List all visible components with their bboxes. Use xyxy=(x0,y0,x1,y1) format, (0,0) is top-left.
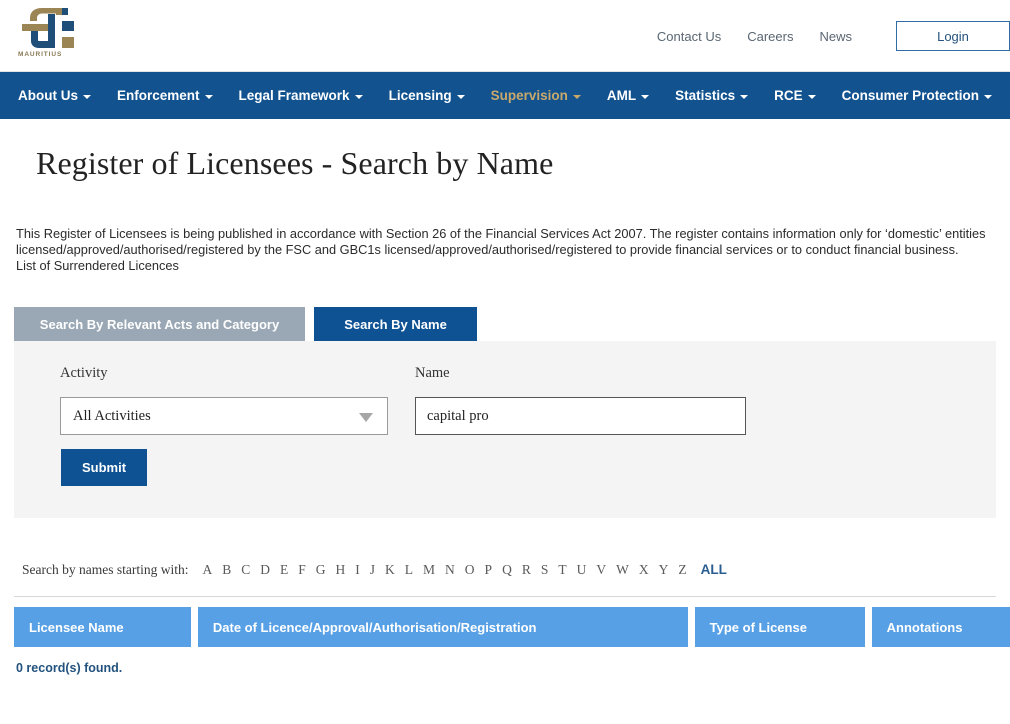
login-button[interactable]: Login xyxy=(896,21,1010,51)
alpha-letter-c[interactable]: C xyxy=(236,562,255,578)
alpha-letter-a[interactable]: A xyxy=(197,562,217,578)
alpha-letter-w[interactable]: W xyxy=(611,562,634,578)
main-navigation: About Us Enforcement Legal Framework Lic… xyxy=(0,72,1010,119)
top-link-contact-us[interactable]: Contact Us xyxy=(657,29,721,44)
chevron-down-icon xyxy=(359,413,373,422)
activity-selected-value: All Activities xyxy=(73,407,151,424)
alpha-letter-o[interactable]: O xyxy=(460,562,480,578)
intro-paragraph: This Register of Licensees is being publ… xyxy=(16,226,996,274)
nav-item-rce[interactable]: RCE xyxy=(761,72,829,119)
column-header-annotations[interactable]: Annotations xyxy=(871,607,1010,647)
alpha-letter-s[interactable]: S xyxy=(536,562,554,578)
nav-item-about-us[interactable]: About Us xyxy=(18,72,104,119)
nav-label-legal-framework: Legal Framework xyxy=(238,88,350,103)
alpha-letter-y[interactable]: Y xyxy=(654,562,674,578)
results-table-header: Licensee Name Date of Licence/Approval/A… xyxy=(14,607,1010,647)
alpha-letter-l[interactable]: L xyxy=(400,562,418,578)
nav-label-rce: RCE xyxy=(774,88,803,103)
nav-item-supervision[interactable]: Supervision xyxy=(478,72,594,119)
chevron-down-icon xyxy=(204,95,213,99)
nav-label-enforcement: Enforcement xyxy=(117,88,200,103)
top-link-careers[interactable]: Careers xyxy=(747,29,793,44)
fsc-mauritius-logo-icon xyxy=(22,8,74,48)
alpha-letter-z[interactable]: Z xyxy=(673,562,691,578)
alpha-all-link[interactable]: ALL xyxy=(696,562,732,577)
alpha-letter-k[interactable]: K xyxy=(380,562,400,578)
alpha-letter-g[interactable]: G xyxy=(311,562,331,578)
submit-button[interactable]: Submit xyxy=(61,449,147,486)
nav-label-consumer-protection: Consumer Protection xyxy=(841,88,979,103)
column-header-licensee-name[interactable]: Licensee Name xyxy=(14,607,191,647)
alpha-letter-p[interactable]: P xyxy=(480,562,498,578)
alpha-letter-r[interactable]: R xyxy=(517,562,536,578)
alpha-letter-d[interactable]: D xyxy=(255,562,275,578)
chevron-down-icon xyxy=(641,95,650,99)
nav-item-consumer-protection[interactable]: Consumer Protection xyxy=(829,72,1005,119)
column-header-type-of-license[interactable]: Type of License xyxy=(694,607,865,647)
alphabet-label: Search by names starting with: xyxy=(22,562,189,577)
page-title: Register of Licensees - Search by Name xyxy=(36,145,554,181)
nav-item-media-corner[interactable]: Media Corner xyxy=(1005,72,1010,119)
name-label: Name xyxy=(415,365,450,381)
nav-item-legal-framework[interactable]: Legal Framework xyxy=(226,72,376,119)
alpha-letter-b[interactable]: B xyxy=(217,562,236,578)
alpha-letter-x[interactable]: X xyxy=(634,562,654,578)
site-logo[interactable]: MAURITIUS xyxy=(18,4,82,66)
nav-label-licensing: Licensing xyxy=(388,88,452,103)
alpha-letter-u[interactable]: U xyxy=(572,562,592,578)
alpha-letter-n[interactable]: N xyxy=(440,562,460,578)
chevron-down-icon xyxy=(83,95,91,99)
activity-label: Activity xyxy=(60,365,108,381)
alpha-letter-q[interactable]: Q xyxy=(497,562,517,578)
alpha-letter-j[interactable]: J xyxy=(365,562,380,578)
nav-label-about-us: About Us xyxy=(18,88,78,103)
nav-item-statistics[interactable]: Statistics xyxy=(662,72,761,119)
chevron-down-icon xyxy=(572,95,581,99)
column-header-date-of-licence[interactable]: Date of Licence/Approval/Authorisation/R… xyxy=(197,607,688,647)
intro-line-1: This Register of Licensees is being publ… xyxy=(16,226,986,241)
activity-select[interactable]: All Activities xyxy=(60,397,388,435)
alpha-letter-t[interactable]: T xyxy=(553,562,571,578)
records-found-text: 0 record(s) found. xyxy=(16,661,123,675)
top-link-news[interactable]: News xyxy=(819,29,852,44)
alphabet-search-row: Search by names starting with: A B C D E… xyxy=(22,562,1010,578)
chevron-down-icon xyxy=(354,95,363,99)
intro-line-3[interactable]: List of Surrendered Licences xyxy=(16,258,996,274)
tab-search-by-acts-and-category[interactable]: Search By Relevant Acts and Category xyxy=(14,307,305,341)
alpha-letter-f[interactable]: F xyxy=(293,562,311,578)
chevron-down-icon xyxy=(740,95,749,99)
alpha-letter-i[interactable]: I xyxy=(350,562,365,578)
chevron-down-icon xyxy=(983,95,992,99)
nav-item-licensing[interactable]: Licensing xyxy=(376,72,478,119)
search-form-panel: Activity All Activities Name Submit xyxy=(14,341,996,518)
alpha-letter-e[interactable]: E xyxy=(275,562,293,578)
nav-label-statistics: Statistics xyxy=(675,88,736,103)
nav-label-supervision: Supervision xyxy=(490,88,568,103)
chevron-down-icon xyxy=(456,95,465,99)
name-input[interactable] xyxy=(415,397,746,435)
logo-caption: MAURITIUS xyxy=(18,51,63,58)
nav-item-aml[interactable]: AML xyxy=(594,72,662,119)
top-utility-links: Contact Us Careers News Login xyxy=(657,0,1010,72)
search-tabs: Search By Relevant Acts and Category Sea… xyxy=(14,307,1010,341)
section-divider xyxy=(14,596,996,597)
chevron-down-icon xyxy=(807,95,816,99)
intro-line-2: licensed/approved/authorised/registered … xyxy=(16,242,959,257)
alpha-letter-h[interactable]: H xyxy=(331,562,351,578)
nav-label-aml: AML xyxy=(606,88,637,103)
top-header-bar: MAURITIUS Contact Us Careers News Login xyxy=(0,0,1010,72)
tab-search-by-name[interactable]: Search By Name xyxy=(314,307,477,341)
alpha-letter-m[interactable]: M xyxy=(418,562,440,578)
alpha-letter-v[interactable]: V xyxy=(591,562,611,578)
nav-item-enforcement[interactable]: Enforcement xyxy=(104,72,226,119)
